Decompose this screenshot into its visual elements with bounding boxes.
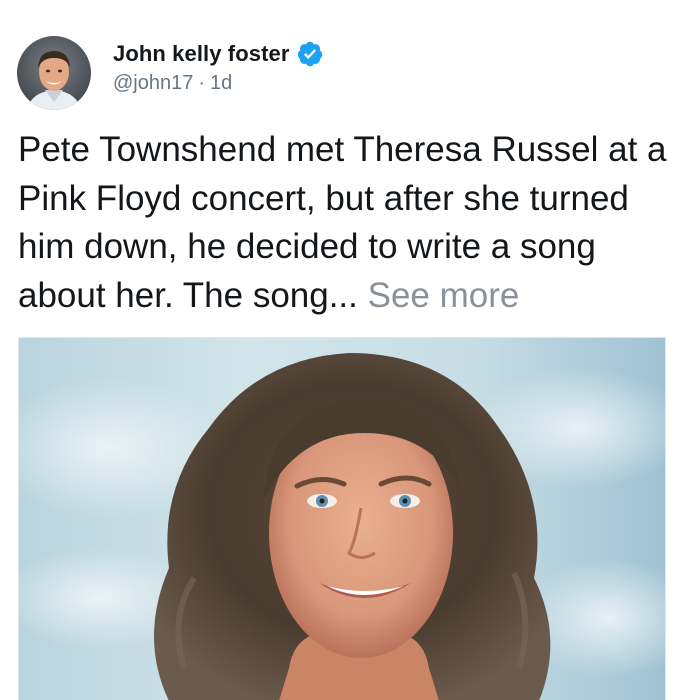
verified-badge-icon (296, 40, 324, 68)
author-info: John kelly foster @john17 · 1d (113, 39, 324, 95)
author-display-name[interactable]: John kelly foster (113, 41, 290, 67)
tweet-header: John kelly foster @john17 · 1d (17, 36, 324, 114)
meta-separator: · (198, 72, 206, 94)
tweet-body: Pete Townshend met Theresa Russel at a P… (18, 126, 688, 320)
avatar[interactable] (17, 36, 91, 110)
tweet-meta: @john17 · 1d (113, 72, 324, 95)
author-handle[interactable]: @john17 (113, 72, 193, 95)
tweet-timestamp[interactable]: 1d (210, 72, 232, 95)
tweet-text: Pete Townshend met Theresa Russel at a P… (18, 130, 667, 315)
tweet-card: John kelly foster @john17 · 1d Pete Town… (0, 0, 700, 700)
tweet-media-photo[interactable] (18, 337, 666, 700)
portrait-photo-icon (19, 338, 665, 700)
name-row: John kelly foster (113, 39, 324, 69)
see-more-link[interactable]: See more (368, 276, 520, 315)
avatar-image-icon (17, 36, 91, 110)
